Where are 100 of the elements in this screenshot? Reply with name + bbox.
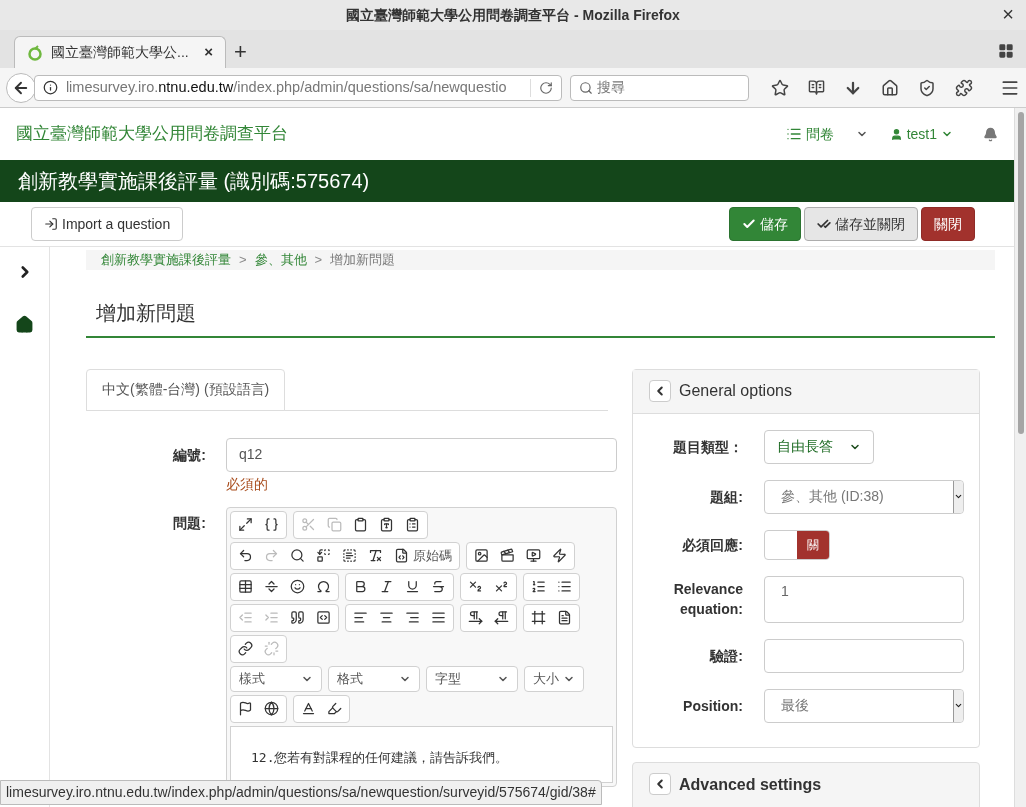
bold-icon	[353, 579, 368, 594]
smiley-icon	[290, 579, 305, 594]
user-icon	[889, 127, 903, 141]
table-icon	[238, 579, 253, 594]
replace-icon	[316, 548, 331, 563]
browser-tab[interactable]: 國立臺灣師範大學公... ×	[14, 36, 226, 68]
collapse-button[interactable]	[649, 380, 671, 402]
field-label: Position:	[682, 696, 743, 716]
field-label: 驗證:	[708, 646, 743, 666]
url-text: limesurvey.iro.ntnu.edu.tw/index.php/admin/questions/sa/newquestio	[65, 77, 508, 97]
question-type-dropdown[interactable]: 自由長答	[764, 429, 874, 464]
div-code-icon	[316, 610, 331, 625]
nav-menu[interactable]: 問卷	[785, 123, 868, 145]
textarea-field[interactable]: 1	[764, 575, 964, 623]
breadcrumb-separator: >	[239, 251, 247, 269]
scrollbar[interactable]	[1014, 108, 1026, 807]
caret-icon	[954, 701, 963, 710]
toggle-switch[interactable]: 關	[764, 529, 830, 560]
field-label: 題組:	[709, 487, 743, 507]
frame-icon	[531, 610, 546, 625]
url-bar[interactable]: limesurvey.iro.ntnu.edu.tw/index.php/admin/questions/sa/newquestio	[33, 74, 562, 101]
document-icon	[557, 610, 572, 625]
braces-icon	[264, 517, 279, 532]
collapse-button[interactable]	[649, 772, 671, 795]
check-icon	[817, 217, 831, 231]
code-input[interactable]: q12	[226, 437, 617, 472]
align-right-icon	[405, 610, 420, 625]
field-label: 編號:	[171, 445, 206, 465]
reader-icon[interactable]	[808, 79, 825, 96]
window-title: 國立臺灣師範大學公用問卷調查平台 - Mozilla Firefox	[346, 5, 680, 25]
toolbar-action-button[interactable]: 儲存並關閉	[804, 207, 918, 241]
justify-icon	[431, 610, 446, 625]
align-left-icon	[353, 610, 368, 625]
language-tab[interactable]: 中文(繁體-台灣) (預設語言)	[86, 368, 286, 411]
editor-combo[interactable]: 樣式	[230, 665, 322, 692]
pilcrow-right-icon	[468, 610, 483, 625]
home-icon[interactable]	[15, 315, 34, 334]
editor-combo[interactable]: 大小	[524, 665, 584, 692]
image-icon	[474, 548, 489, 563]
grid-icon[interactable]	[998, 43, 1014, 59]
lightning-icon	[552, 548, 567, 563]
new-tab-button[interactable]: +	[234, 40, 247, 64]
text-color-icon	[301, 701, 316, 716]
editor-tool-button[interactable]: 原始碼	[389, 544, 457, 567]
breadcrumb-link[interactable]: 創新教學實施課後評量	[101, 250, 231, 270]
video-player-icon	[526, 548, 541, 563]
field-label: 必須回應:	[681, 535, 743, 555]
scissors-icon	[301, 517, 316, 532]
highlighter-icon	[327, 701, 342, 716]
shield-icon[interactable]	[918, 78, 936, 97]
caret-icon	[954, 492, 963, 501]
tab-title: 國立臺灣師範大學公...	[51, 43, 190, 62]
list-icon	[785, 126, 802, 142]
editor-combo[interactable]: 格式	[328, 665, 420, 692]
link-icon	[238, 641, 253, 656]
search-field[interactable]: 搜尋	[569, 74, 749, 101]
toolbar-action-button[interactable]: 關閉	[921, 207, 975, 241]
input-field[interactable]	[764, 638, 964, 673]
redo-icon	[264, 548, 279, 563]
copy-icon	[327, 517, 342, 532]
status-url: limesurvey.iro.ntnu.edu.tw/index.php/admin/questions/sa/newquestion/surveyid/575674/gid/38#	[6, 783, 596, 802]
extension-icon[interactable]	[955, 78, 973, 97]
bell-icon[interactable]	[983, 126, 998, 142]
lime-logo-icon	[27, 44, 43, 61]
reload-icon[interactable]	[538, 80, 553, 95]
import-icon	[44, 217, 58, 231]
subscript-icon	[468, 579, 483, 594]
editor-combo[interactable]: 字型	[426, 665, 518, 692]
remove-format-icon	[368, 548, 383, 563]
clipboard-icon	[353, 517, 368, 532]
check-icon	[742, 217, 756, 231]
superscript-icon	[494, 579, 509, 594]
field-label: 題目類型：	[672, 437, 743, 457]
nav-menu[interactable]: test1	[889, 123, 953, 145]
import-question-button[interactable]: Import a question	[31, 207, 184, 241]
select-field[interactable]: 最後	[764, 688, 964, 723]
clapperboard-icon	[500, 548, 515, 563]
omega-icon	[316, 579, 331, 594]
tab-close-button[interactable]: ×	[204, 41, 213, 64]
breadcrumb-link[interactable]: 參、其他	[254, 250, 307, 270]
editor-content-area[interactable]: 12.您若有對課程的任何建議，請告訴我們。	[230, 725, 613, 783]
maximize-icon	[238, 517, 253, 532]
field-label: Relevance equation:	[672, 580, 743, 619]
search-icon	[290, 548, 305, 563]
outdent-icon	[238, 610, 253, 625]
numbered-list-icon	[531, 579, 546, 594]
bookmark-star-icon[interactable]	[771, 78, 789, 97]
back-button[interactable]	[6, 72, 36, 103]
align-center-icon	[379, 610, 394, 625]
bullet-list-icon	[557, 579, 572, 594]
globe-icon	[264, 701, 279, 716]
toolbar-action-button[interactable]: 儲存	[729, 207, 801, 241]
close-button[interactable]: ×	[1002, 3, 1014, 25]
required-note: 必須的	[226, 474, 269, 494]
select-field[interactable]: 參、其他 (ID:38)	[764, 479, 964, 514]
site-brand[interactable]: 國立臺灣師範大學公用問卷調查平台	[16, 121, 786, 147]
editor-text: 12.您若有對課程的任何建議，請告訴我們。	[251, 749, 509, 765]
breadcrumb-separator: >	[314, 251, 323, 269]
panel-title: General options	[679, 381, 792, 401]
home-icon[interactable]	[881, 78, 899, 97]
